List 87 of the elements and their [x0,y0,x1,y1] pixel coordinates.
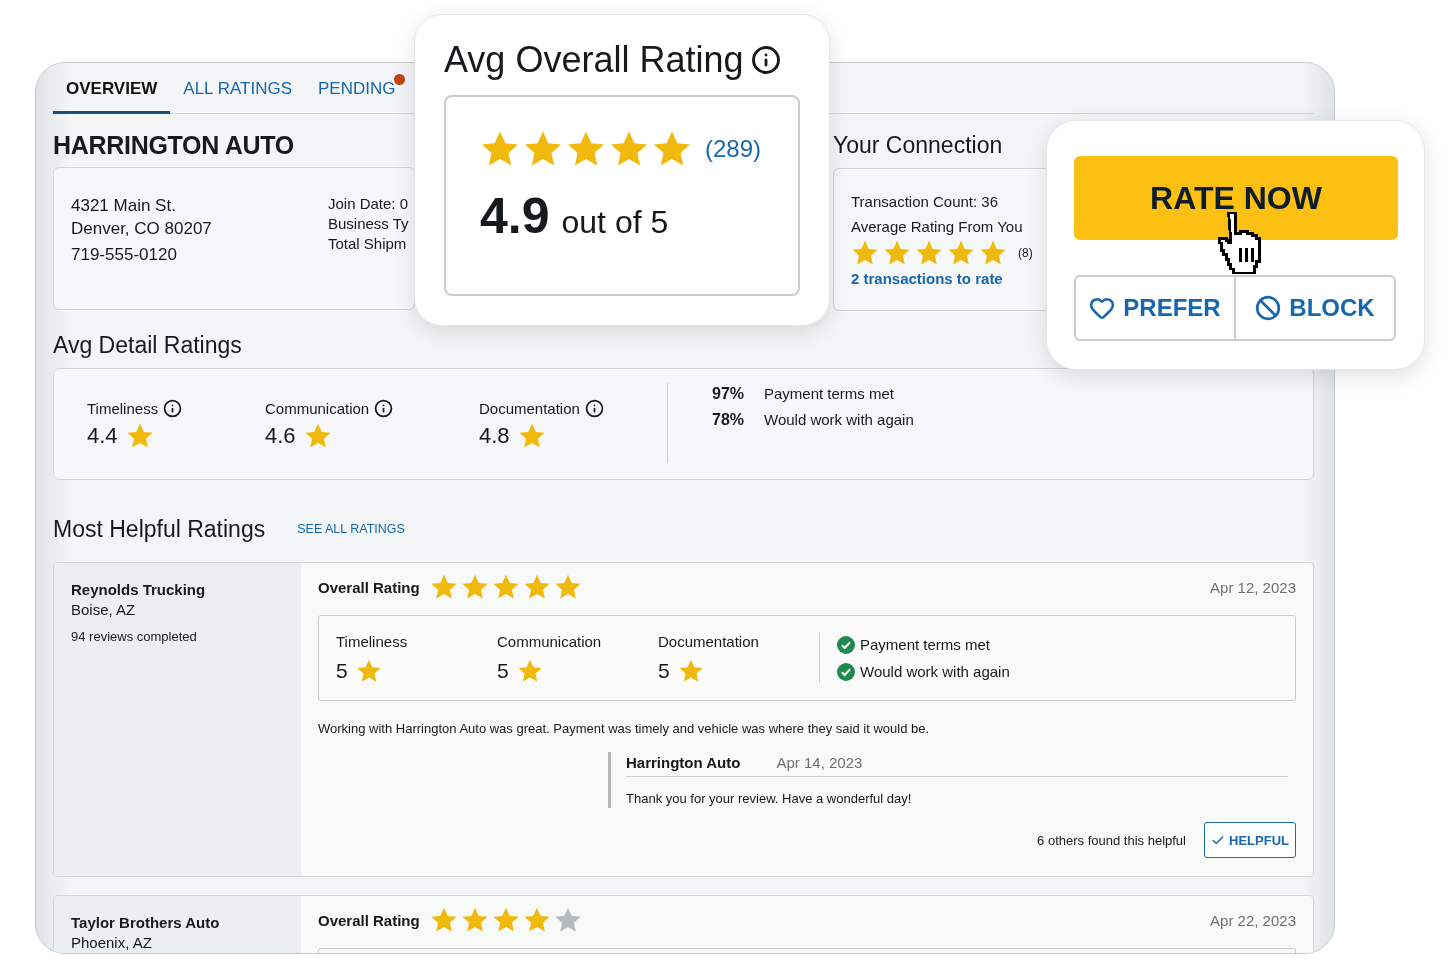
rating-value: 4.6 [265,423,296,449]
star-icon [491,573,520,601]
reviewer-location: Phoenix, AZ [71,933,153,953]
block-button[interactable]: BLOCK [1234,275,1396,341]
review-date: Apr 22, 2023 [1210,911,1296,929]
reviewer-name: Taylor Brothers Auto [71,913,221,933]
rating-label: Timeliness [87,400,159,417]
address-line: Denver, CO 80207 [71,218,213,240]
star-icon [355,658,382,684]
check-circle-icon [837,635,855,654]
reply-text: Thank you for your review. Have a wonderful day! [626,791,913,806]
star-icon [915,239,943,267]
star-icon [429,906,458,934]
transaction-count: Transaction Count: 36 [851,192,999,212]
rating-value: 4.4 [87,423,118,449]
star-icon [491,906,520,934]
detail-line: Business Ty [328,214,409,234]
stat-label: Would work with again [764,411,914,428]
star-icon [303,422,332,450]
section-title: Your Connection [833,131,1004,160]
star-icon [522,573,551,601]
rating-label: Documentation [479,400,580,417]
rating-label: Documentation [658,632,760,652]
stat-label: Payment terms met [764,385,895,402]
section-title: Most Helpful Ratings [53,515,266,544]
see-all-link[interactable]: SEE ALL RATINGS [297,522,405,536]
rate-now-button[interactable]: RATE NOW [1074,156,1398,240]
stat-percent: 78% [712,411,746,429]
transactions-link[interactable]: 2 transactions to rate [851,270,1003,287]
helpful-count: 6 others found this helpful [1037,832,1186,848]
address-line: 4321 Main St. [71,195,177,217]
overall-rating-label: Overall Rating [318,911,420,929]
out-of-label: out of 5 [561,204,669,241]
rating-label: Communication [497,632,603,652]
rating-value: 5 [336,659,348,683]
reviewer-location: Boise, AZ [71,600,137,620]
review-comment: Working with Harrington Auto was great. Payment was timely and vehicle was where they said it would be. [318,721,931,736]
star-icon [429,573,458,601]
star-icon [553,573,582,601]
star-icon [460,573,489,601]
phone-number: 719-555-0120 [71,244,178,266]
rating-label: Timeliness [336,632,409,652]
section-title: Avg Detail Ratings [53,331,243,360]
info-icon[interactable] [163,399,183,418]
star-icon [522,906,551,934]
rating-label: Communication [265,400,370,417]
average-label: Average Rating From You [851,217,1023,237]
rating-score: 4.9 [480,187,550,245]
detail-line: Total Shipm [328,234,408,254]
tab[interactable]: OVERVIEW [53,63,171,114]
detail-line: Join Date: 0 [328,194,409,214]
tab[interactable]: ALL RATINGS [170,63,305,114]
reviewer-name: Reynolds Trucking [71,580,207,600]
star-icon [883,239,911,267]
star-icon [851,239,879,267]
star-icon [516,658,543,684]
rating-count: (8) [1018,246,1033,260]
check-circle-icon [837,662,855,681]
stat-percent: 97% [712,385,746,403]
star-icon [677,658,704,684]
reply-author: Harrington Auto [626,754,741,771]
info-icon[interactable] [751,45,782,75]
card-title: Avg Overall Rating [444,39,744,81]
prefer-button[interactable]: PREFER [1074,275,1236,341]
reply-date: Apr 14, 2023 [776,754,863,771]
check-label: Payment terms met [860,636,991,653]
overall-rating-label: Overall Rating [318,578,420,596]
heart-icon [1089,295,1116,321]
rating-value: 5 [658,659,670,683]
star-icon [125,422,154,450]
rating-count[interactable]: (289) [705,135,762,163]
star-icon [979,239,1007,267]
business-name: HARRINGTON AUTO [53,130,295,160]
block-icon [1255,295,1282,321]
star-icon [947,239,975,267]
star-icon [517,422,546,450]
star-icon [460,906,489,934]
check-label: Would work with again [860,663,1010,680]
info-icon[interactable] [374,399,394,418]
info-icon[interactable] [584,399,604,418]
rating-value: 4.8 [479,423,510,449]
reviews-completed: 94 reviews completed [71,629,198,644]
rating-value: 5 [497,659,509,683]
star-icon [553,906,582,934]
tab[interactable]: PENDING [304,63,409,114]
review-date: Apr 12, 2023 [1210,578,1296,596]
helpful-button[interactable]: HELPFUL [1204,822,1296,858]
